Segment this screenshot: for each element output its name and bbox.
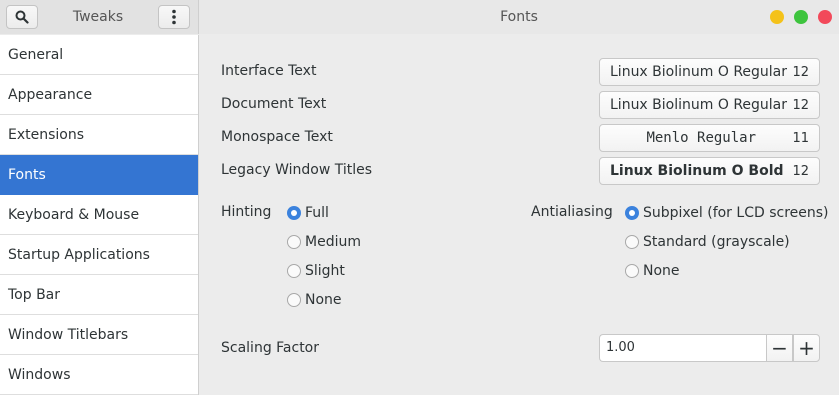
antialiasing-none-radio[interactable]: None (625, 263, 680, 279)
hinting-full-radio[interactable]: Full (287, 205, 329, 221)
antialiasing-standard-label: Standard (grayscale) (643, 234, 790, 250)
sidebar-item-keyboard-mouse[interactable]: Keyboard & Mouse (0, 195, 198, 235)
hinting-none-radio[interactable]: None (287, 292, 342, 308)
interface-text-label: Interface Text (221, 63, 317, 79)
document-font-button[interactable]: Linux Biolinum O Regular 12 (599, 91, 820, 119)
hinting-medium-label: Medium (305, 234, 361, 250)
antialiasing-subpixel-radio[interactable]: Subpixel (for LCD screens) (625, 205, 829, 221)
minimize-button[interactable] (770, 10, 784, 24)
maximize-button[interactable] (794, 10, 808, 24)
monospace-text-label: Monospace Text (221, 129, 333, 145)
radio-unchecked-icon (625, 235, 639, 249)
monospace-font-button[interactable]: Menlo Regular 11 (599, 124, 820, 152)
sidebar-item-top-bar[interactable]: Top Bar (0, 275, 198, 315)
interface-font-button[interactable]: Linux Biolinum O Regular 12 (599, 58, 820, 86)
minus-icon: − (771, 336, 788, 360)
hinting-none-label: None (305, 292, 342, 308)
sidebar: General Appearance Extensions Fonts Keyb… (0, 35, 199, 395)
hinting-medium-radio[interactable]: Medium (287, 234, 361, 250)
document-font-size: 12 (792, 97, 809, 113)
scaling-factor-input[interactable]: 1.00 (599, 334, 766, 362)
radio-unchecked-icon (287, 235, 301, 249)
antialiasing-standard-radio[interactable]: Standard (grayscale) (625, 234, 790, 250)
search-button[interactable] (6, 5, 38, 29)
plus-icon: + (798, 336, 815, 360)
close-button[interactable] (818, 10, 832, 24)
radio-checked-icon (287, 206, 301, 220)
hinting-slight-label: Slight (305, 263, 345, 279)
header-bar: Tweaks Fonts (0, 0, 839, 34)
sidebar-item-fonts[interactable]: Fonts (0, 155, 198, 195)
radio-unchecked-icon (625, 264, 639, 278)
page-title: Fonts (500, 9, 538, 25)
legacy-font-name: Linux Biolinum O Bold (610, 163, 784, 179)
search-icon (15, 10, 29, 24)
sidebar-item-startup-applications[interactable]: Startup Applications (0, 235, 198, 275)
sidebar-item-general[interactable]: General (0, 35, 198, 75)
menu-button[interactable] (158, 5, 190, 29)
antialiasing-label: Antialiasing (531, 204, 613, 220)
scaling-factor-spinner: 1.00 − + (599, 334, 820, 362)
header-left: Tweaks (0, 0, 199, 34)
increment-button[interactable]: + (793, 334, 820, 362)
sidebar-item-windows[interactable]: Windows (0, 355, 198, 395)
interface-font-size: 12 (792, 64, 809, 80)
header-right: Fonts (199, 0, 839, 34)
monospace-font-size: 11 (792, 130, 809, 146)
antialiasing-subpixel-label: Subpixel (for LCD screens) (643, 205, 829, 221)
legacy-font-size: 12 (792, 163, 809, 179)
monospace-font-name: Menlo Regular (646, 130, 757, 146)
radio-unchecked-icon (287, 293, 301, 307)
interface-font-name: Linux Biolinum O Regular (610, 64, 788, 80)
fonts-panel: Interface Text Linux Biolinum O Regular … (200, 35, 839, 395)
app-title: Tweaks (72, 9, 124, 25)
document-text-label: Document Text (221, 96, 327, 112)
radio-unchecked-icon (287, 264, 301, 278)
sidebar-item-window-titlebars[interactable]: Window Titlebars (0, 315, 198, 355)
document-font-name: Linux Biolinum O Regular (610, 97, 788, 113)
vertical-dots-icon (172, 9, 176, 25)
sidebar-item-appearance[interactable]: Appearance (0, 75, 198, 115)
hinting-slight-radio[interactable]: Slight (287, 263, 345, 279)
legacy-font-button[interactable]: Linux Biolinum O Bold 12 (599, 157, 820, 185)
hinting-full-label: Full (305, 205, 329, 221)
antialiasing-none-label: None (643, 263, 680, 279)
hinting-label: Hinting (221, 204, 272, 220)
legacy-window-titles-label: Legacy Window Titles (221, 162, 373, 178)
scaling-factor-label: Scaling Factor (221, 340, 320, 356)
decrement-button[interactable]: − (766, 334, 793, 362)
sidebar-item-extensions[interactable]: Extensions (0, 115, 198, 155)
radio-checked-icon (625, 206, 639, 220)
